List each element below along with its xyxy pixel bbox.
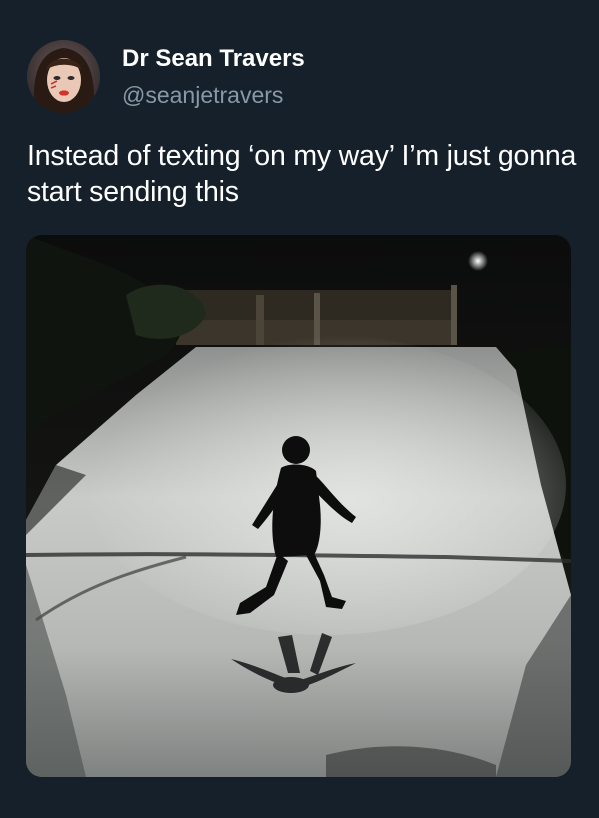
- photo-image: [26, 235, 571, 777]
- author-handle[interactable]: @seanjetravers: [122, 81, 283, 109]
- avatar[interactable]: [27, 40, 100, 113]
- tweet-card: Dr Sean Travers @seanjetravers Instead o…: [0, 0, 599, 818]
- avatar-image: [27, 40, 100, 113]
- author-display-name[interactable]: Dr Sean Travers: [122, 45, 305, 73]
- tweet-media-photo[interactable]: [26, 235, 571, 777]
- tweet-text: Instead of texting ‘on my way’ I’m just …: [27, 140, 577, 208]
